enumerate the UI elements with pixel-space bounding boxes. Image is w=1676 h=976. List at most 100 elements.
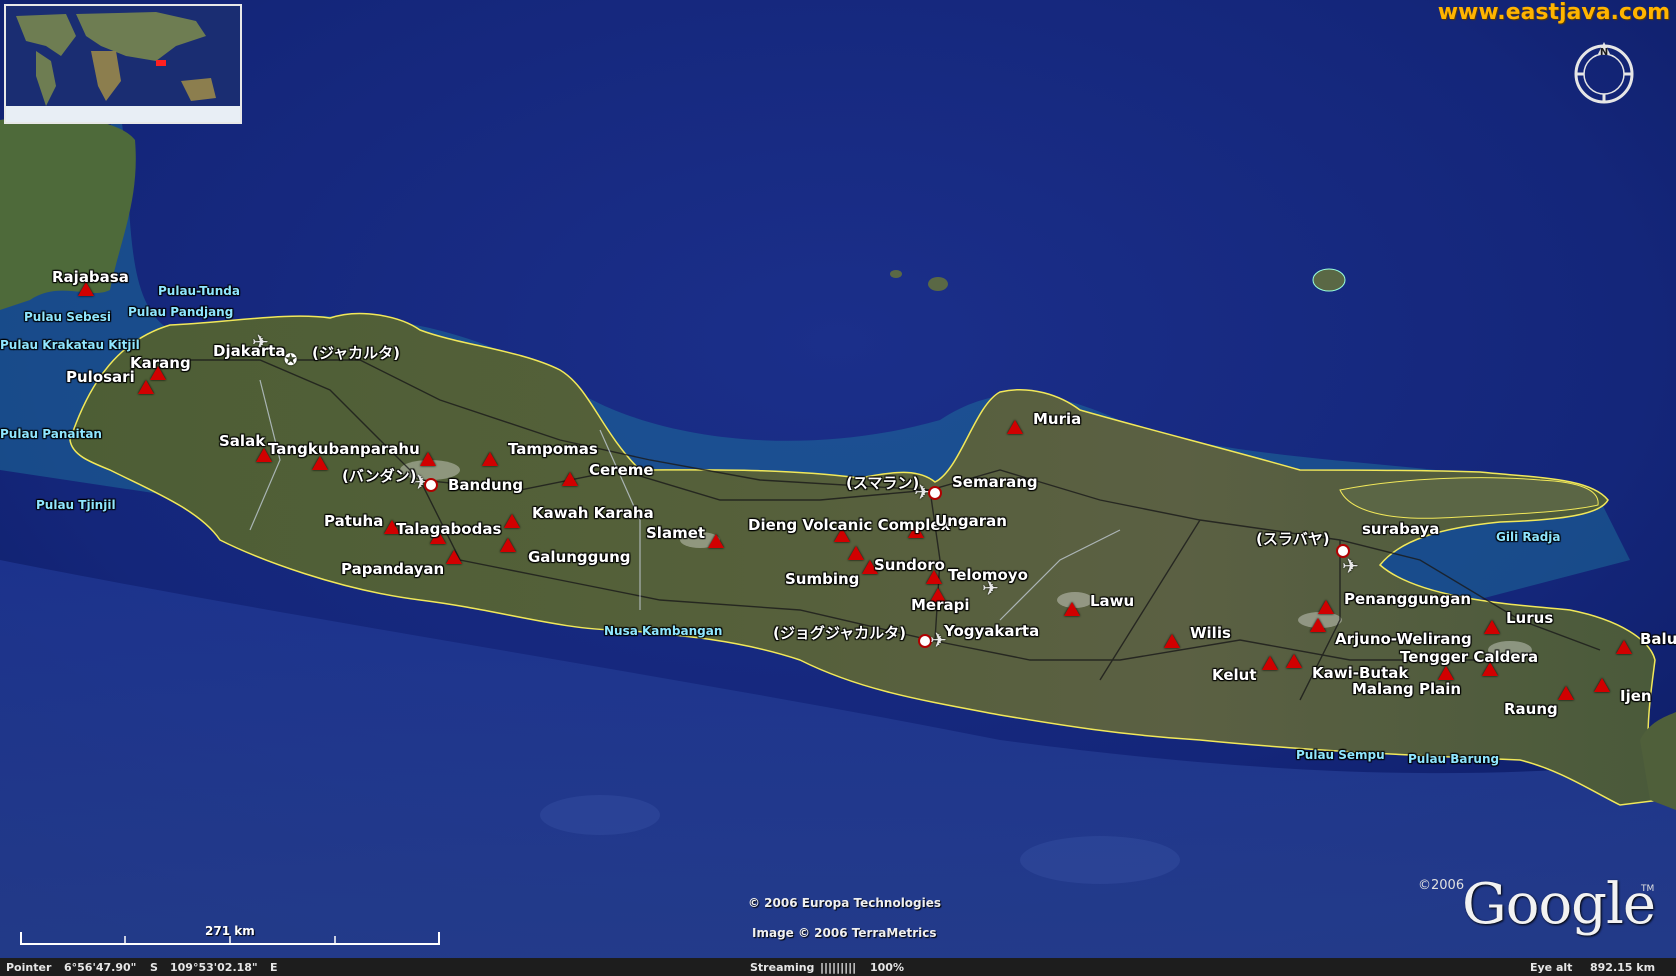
label-sundoro: Sundoro	[874, 556, 945, 574]
label-muria: Muria	[1033, 410, 1082, 428]
status-bar: Pointer 6°56'47.90" S 109°53'02.18" E St…	[0, 958, 1676, 976]
pointer-lat: 6°56'47.90"	[64, 961, 137, 974]
google-logo: Google	[1462, 872, 1656, 937]
label-kawah-karaha: Kawah Karaha	[532, 504, 654, 522]
volcano-marker-cereme[interactable]	[562, 472, 578, 486]
label-pulau-krakatau-kitjil: Pulau Krakatau Kitjil	[0, 338, 140, 352]
google-logo-tm: TM	[1641, 884, 1655, 894]
eye-alt-value: 892.15 km	[1590, 961, 1656, 974]
volcano-marker-wilis[interactable]	[1164, 634, 1180, 648]
volcano-marker-galunggung[interactable]	[500, 538, 516, 552]
streaming-percent: 100%	[870, 961, 904, 974]
google-logo-year: ©2006	[1418, 878, 1465, 893]
city-marker-bandung[interactable]	[424, 478, 438, 492]
pointer-label: Pointer	[6, 961, 52, 974]
label-pulau-tunda: Pulau-Tunda	[158, 284, 240, 298]
label-bandung-jp: (バンダン)	[342, 467, 417, 485]
site-brand[interactable]: www.eastjava.com	[1438, 0, 1670, 25]
label-jakarta-jp: (ジャカルタ)	[312, 344, 400, 362]
label-galunggung: Galunggung	[528, 548, 631, 566]
label-pulosari: Pulosari	[66, 368, 135, 386]
label-jakarta: Djakarta	[213, 342, 286, 360]
label-penanggungan: Penanggungan	[1344, 590, 1472, 608]
city-marker-semarang[interactable]	[928, 486, 942, 500]
label-yogyakarta: Yogyakarta	[944, 622, 1040, 640]
airplane-icon-surabaya[interactable]: ✈	[1342, 556, 1359, 576]
label-semarang: Semarang	[952, 473, 1038, 491]
label-telomoyo: Telomoyo	[948, 566, 1028, 584]
label-raung: Raung	[1504, 700, 1558, 718]
label-arjuno-welirang: Arjuno-Welirang	[1335, 630, 1472, 648]
label-pulau-pandjang: Pulau Pandjang	[128, 305, 234, 319]
streaming-bar: |||||||||	[820, 961, 857, 974]
label-ijen: Ijen	[1620, 687, 1652, 705]
volcano-marker-tengger-caldera[interactable]	[1438, 666, 1454, 680]
label-wilis: Wilis	[1190, 624, 1231, 642]
label-cereme: Cereme	[589, 461, 654, 479]
star-icon-capital[interactable]: ✪	[284, 350, 297, 370]
label-malang-plain: Malang Plain	[1352, 680, 1462, 698]
volcano-marker-tampomas[interactable]	[482, 452, 498, 466]
label-lawu: Lawu	[1090, 592, 1135, 610]
volcano-marker-sundoro[interactable]	[848, 546, 864, 560]
label-semarang-jp: (スマラン)	[846, 474, 920, 492]
label-tampomas: Tampomas	[508, 440, 598, 458]
label-pulau-sebesi: Pulau Sebesi	[24, 310, 112, 324]
volcano-marker-papandayan[interactable]	[446, 550, 462, 564]
copyright-europa: © 2006 Europa Technologies	[748, 896, 942, 910]
label-lurus: Lurus	[1506, 609, 1554, 627]
label-kelut: Kelut	[1212, 666, 1257, 684]
label-pulau-sempu: Pulau Sempu	[1296, 748, 1385, 762]
volcano-marker-kelut[interactable]	[1262, 656, 1278, 670]
label-ungaran: Ungaran	[935, 512, 1007, 530]
volcano-marker-lawu[interactable]	[1064, 602, 1080, 616]
pointer-lat-dir: S	[150, 961, 158, 974]
satellite-map[interactable]	[0, 0, 1676, 976]
volcano-marker-penanggungan[interactable]	[1318, 600, 1334, 614]
label-balur: Balur	[1640, 630, 1676, 648]
volcano-marker-slamet[interactable]	[708, 534, 724, 548]
label-gili-radja: Gili Radja	[1496, 530, 1561, 544]
volcano-marker-kawah-karaha[interactable]	[504, 514, 520, 528]
map-viewport[interactable]: www.eastjava.com N ✈ ✪ ✈ ✈ ✈ ✈ ✈ Rajabas…	[0, 0, 1676, 976]
volcano-marker-arjuno-welirang[interactable]	[1310, 618, 1326, 632]
scale-bar	[20, 932, 440, 945]
label-papandayan: Papandayan	[341, 560, 445, 578]
overview-minimap[interactable]	[4, 4, 242, 124]
volcano-marker-raung[interactable]	[1558, 686, 1574, 700]
karimunjawa-island	[928, 277, 948, 291]
volcano-marker-bandung-area[interactable]	[420, 452, 436, 466]
label-surabaya-jp: (スラバヤ)	[1256, 530, 1330, 548]
pointer-lon: 109°53'02.18"	[170, 961, 258, 974]
label-pulau-barung: Pulau Barung	[1408, 752, 1500, 766]
label-nusa-kambangan: Nusa Kambangan	[604, 624, 723, 638]
bawean-island	[1312, 268, 1346, 292]
label-patuha: Patuha	[324, 512, 384, 530]
label-slamet: Slamet	[646, 524, 706, 542]
label-dieng: Dieng Volcanic Complex	[748, 516, 951, 534]
compass-north-letter: N	[1600, 47, 1608, 58]
compass-icon[interactable]: N	[1570, 40, 1638, 108]
label-rajabasa: Rajabasa	[52, 268, 129, 286]
world-map-icon	[6, 6, 240, 122]
volcano-marker-tangkubanparahu[interactable]	[312, 456, 328, 470]
pointer-lon-dir: E	[270, 961, 278, 974]
label-salak: Salak	[219, 432, 266, 450]
label-sumbing: Sumbing	[785, 570, 860, 588]
label-talagabodas: Talagabodas	[396, 520, 502, 538]
volcano-marker-pulosari[interactable]	[138, 380, 154, 394]
copyright-terrametrics: Image © 2006 TerraMetrics	[752, 926, 937, 940]
label-pulau-tjinjil: Pulau Tjinjil	[36, 498, 116, 512]
volcano-marker-balur[interactable]	[1616, 640, 1632, 654]
volcano-marker-muria[interactable]	[1007, 420, 1023, 434]
eye-alt-label: Eye alt	[1530, 961, 1573, 974]
label-tangkubanparahu: Tangkubanparahu	[268, 440, 420, 458]
label-pulau-panaitan: Pulau Panaitan	[0, 427, 102, 441]
streaming-label: Streaming	[750, 961, 815, 974]
label-karang: Karang	[130, 354, 191, 372]
volcano-marker-kawi-butak[interactable]	[1286, 654, 1302, 668]
label-merapi: Merapi	[911, 596, 970, 614]
volcano-marker-lurus[interactable]	[1484, 620, 1500, 634]
karimunjawa-island-small	[890, 270, 902, 278]
volcano-marker-ijen[interactable]	[1594, 678, 1610, 692]
